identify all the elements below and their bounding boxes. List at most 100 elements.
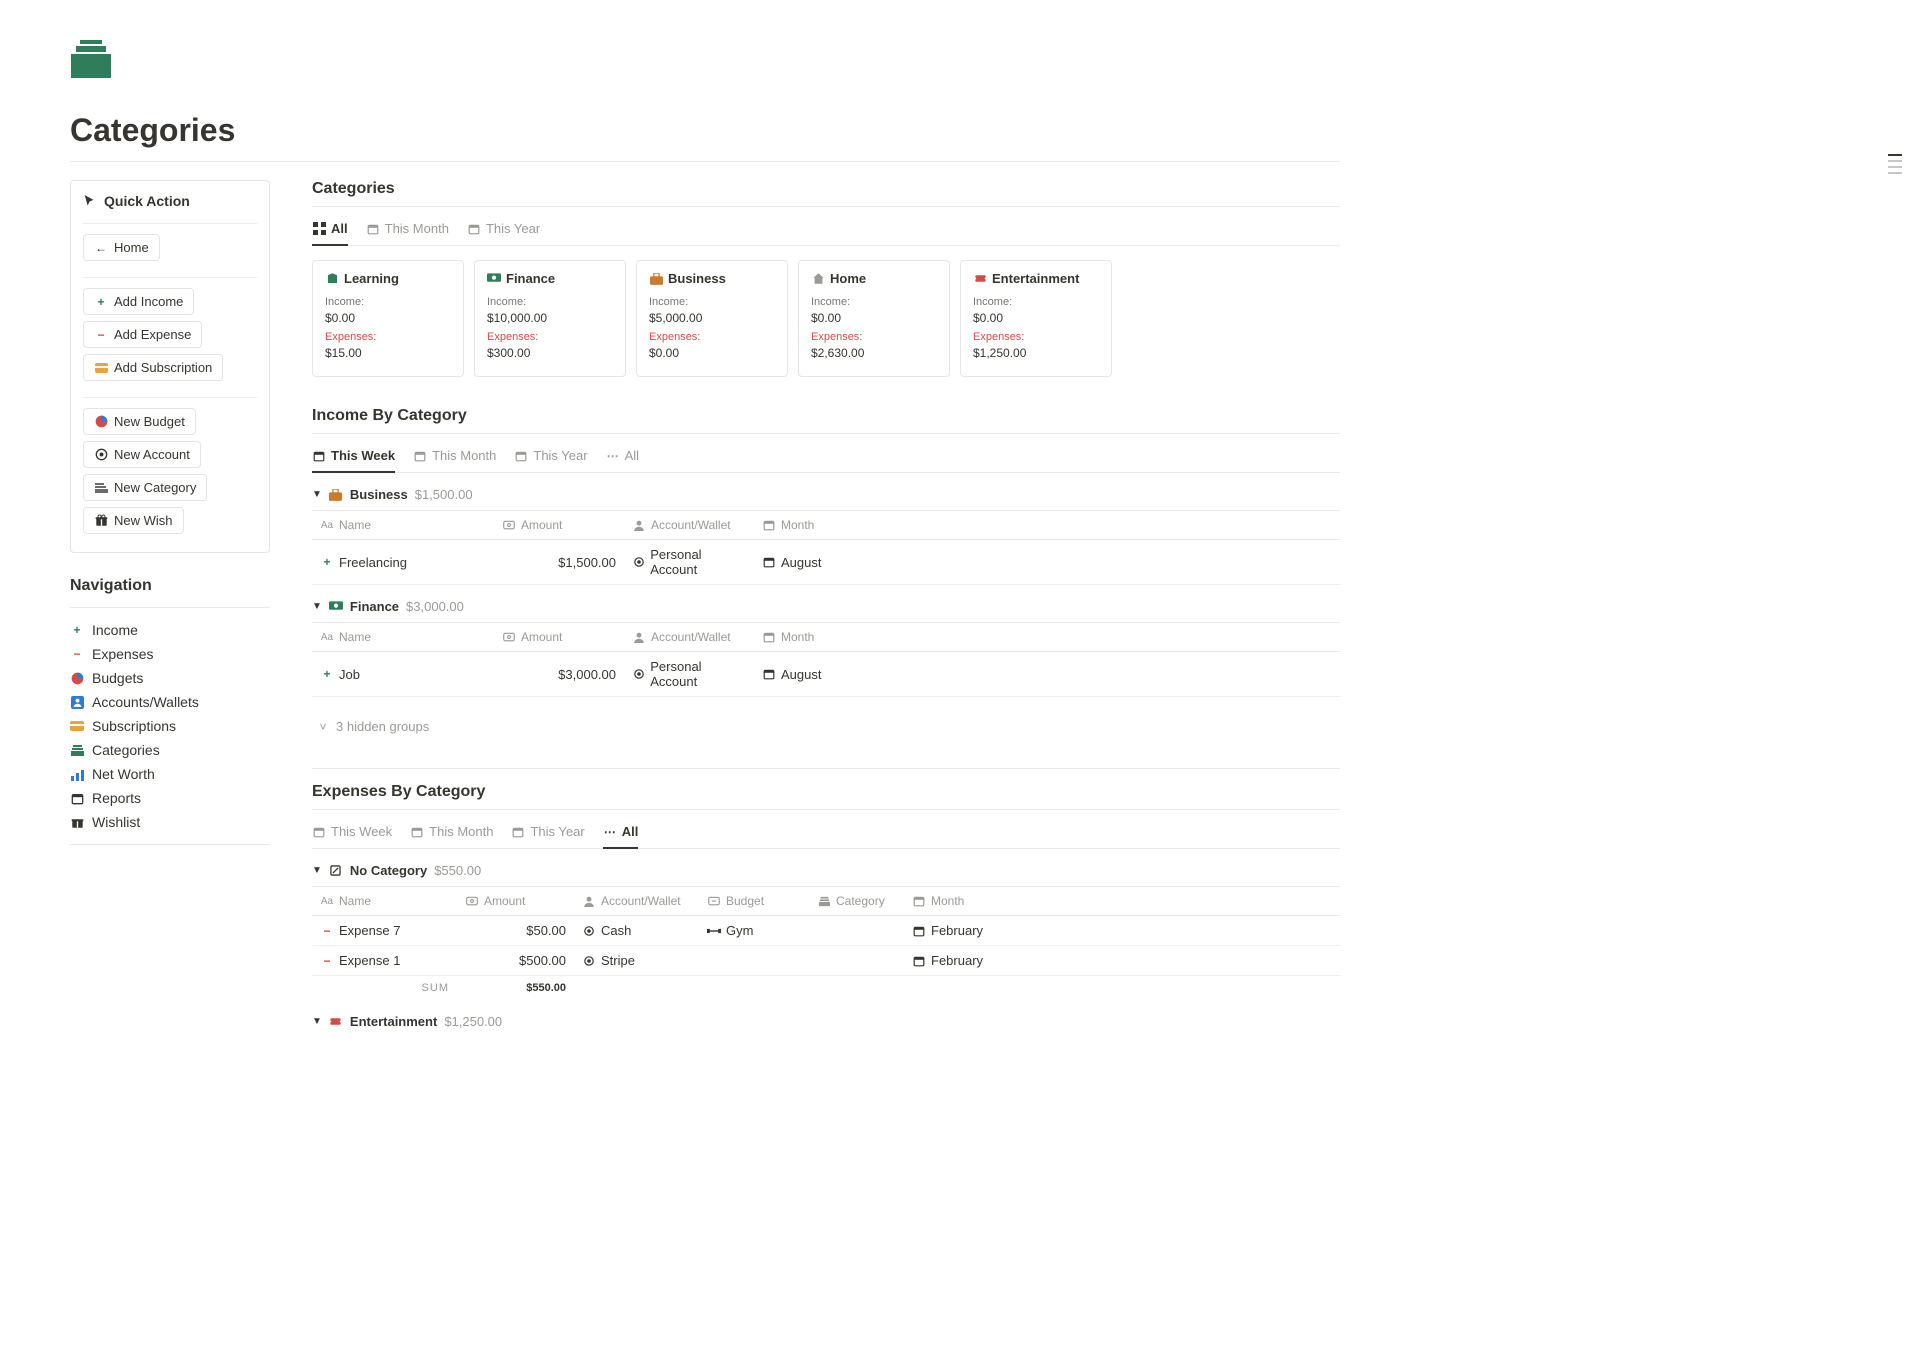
table-row[interactable]: +Freelancing $1,500.00 Personal Account … bbox=[312, 540, 1340, 585]
tab-this-year[interactable]: This Year bbox=[467, 221, 540, 246]
new-wish-button[interactable]: New Wish bbox=[83, 507, 184, 534]
nav-divider-bottom bbox=[70, 844, 270, 845]
nav-item-budgets[interactable]: Budgets bbox=[70, 666, 270, 690]
tab-income-month-label: This Month bbox=[432, 448, 496, 463]
plus-icon: + bbox=[94, 295, 108, 309]
group-total: $3,000.00 bbox=[406, 599, 464, 614]
col-name: Name bbox=[339, 518, 371, 532]
category-card[interactable]: Business Income: $5,000.00 Expenses: $0.… bbox=[636, 260, 788, 377]
target-icon bbox=[632, 555, 645, 569]
tab-exp-year[interactable]: This Year bbox=[511, 824, 584, 849]
expenses-tabs: This Week This Month This Year ⋯ All bbox=[312, 824, 1340, 849]
category-card[interactable]: Finance Income: $10,000.00 Expenses: $30… bbox=[474, 260, 626, 377]
category-card[interactable]: Home Income: $0.00 Expenses: $2,630.00 bbox=[798, 260, 950, 377]
income-section-title: Income By Category bbox=[312, 407, 1340, 425]
plus-icon: + bbox=[320, 667, 334, 681]
nav-item-income[interactable]: + Income bbox=[70, 618, 270, 642]
nav-item-wishlist[interactable]: Wishlist bbox=[70, 810, 270, 834]
group-total: $550.00 bbox=[434, 863, 481, 878]
income-value: $5,000.00 bbox=[649, 311, 775, 325]
category-card[interactable]: Learning Income: $0.00 Expenses: $15.00 bbox=[312, 260, 464, 377]
table-row[interactable]: −Expense 7 $50.00 Cash Gym February bbox=[312, 916, 1340, 946]
income-group-header[interactable]: ▼ Finance $3,000.00 bbox=[312, 599, 1340, 614]
tab-this-month[interactable]: This Month bbox=[366, 221, 449, 246]
tab-income-month[interactable]: This Month bbox=[413, 448, 496, 473]
calendar-icon bbox=[467, 222, 481, 236]
dumbbell-icon bbox=[707, 924, 721, 938]
add-subscription-button[interactable]: Add Subscription bbox=[83, 354, 223, 381]
category-icon bbox=[811, 272, 825, 286]
tab-exp-all-label: All bbox=[622, 824, 639, 839]
tab-income-all[interactable]: ⋯ All bbox=[606, 448, 639, 473]
tab-income-week[interactable]: This Week bbox=[312, 448, 395, 473]
col-account: Account/Wallet bbox=[601, 894, 681, 908]
tab-exp-all[interactable]: ⋯ All bbox=[603, 824, 639, 849]
tab-exp-month[interactable]: This Month bbox=[410, 824, 493, 849]
nav-item-reports[interactable]: Reports bbox=[70, 786, 270, 810]
group-name: Business bbox=[350, 487, 408, 502]
new-category-button[interactable]: New Category bbox=[83, 474, 207, 501]
expenses-label: Expenses: bbox=[649, 331, 775, 343]
tab-income-year[interactable]: This Year bbox=[514, 448, 587, 473]
add-expense-button[interactable]: − Add Expense bbox=[83, 321, 202, 348]
plus-icon: + bbox=[70, 623, 84, 637]
nav-income-label: Income bbox=[92, 622, 138, 638]
col-name: Name bbox=[339, 894, 371, 908]
income-group-header[interactable]: ▼ Business $1,500.00 bbox=[312, 487, 1340, 502]
nav-wishlist-label: Wishlist bbox=[92, 814, 140, 830]
income-label: Income: bbox=[973, 296, 1099, 308]
nav-item-subscriptions[interactable]: Subscriptions bbox=[70, 714, 270, 738]
nav-accounts-label: Accounts/Wallets bbox=[92, 694, 199, 710]
income-label: Income: bbox=[325, 296, 451, 308]
table-row[interactable]: +Job $3,000.00 Personal Account August bbox=[312, 652, 1340, 697]
nav-networth-label: Net Worth bbox=[92, 766, 155, 782]
nav-item-expenses[interactable]: − Expenses bbox=[70, 642, 270, 666]
expenses-label: Expenses: bbox=[811, 331, 937, 343]
category-card[interactable]: Entertainment Income: $0.00 Expenses: $1… bbox=[960, 260, 1112, 377]
new-budget-button[interactable]: New Budget bbox=[83, 408, 196, 435]
nav-item-categories[interactable]: Categories bbox=[70, 738, 270, 762]
col-account: Account/Wallet bbox=[651, 518, 731, 532]
expenses-value: $300.00 bbox=[487, 346, 613, 360]
row-amount: $1,500.00 bbox=[558, 555, 616, 570]
expense-group-header[interactable]: ▼ No Category $550.00 bbox=[312, 863, 1340, 878]
hidden-groups-label: 3 hidden groups bbox=[336, 719, 429, 734]
new-account-button[interactable]: New Account bbox=[83, 441, 201, 468]
nav-item-networth[interactable]: Net Worth bbox=[70, 762, 270, 786]
pie-icon bbox=[94, 415, 108, 429]
person-icon bbox=[632, 518, 646, 532]
tab-all[interactable]: All bbox=[312, 221, 348, 246]
home-button[interactable]: ← Home bbox=[83, 234, 160, 261]
tab-exp-week[interactable]: This Week bbox=[312, 824, 392, 849]
target-icon bbox=[94, 448, 108, 462]
col-amount: Amount bbox=[521, 518, 562, 532]
new-category-label: New Category bbox=[114, 480, 196, 495]
expense-group-entertainment-header[interactable]: ▼ Entertainment $1,250.00 bbox=[312, 1014, 1340, 1029]
nav-budgets-label: Budgets bbox=[92, 670, 143, 686]
expenses-value: $15.00 bbox=[325, 346, 451, 360]
hidden-groups-toggle[interactable]: ˅ 3 hidden groups bbox=[316, 719, 1340, 734]
tab-year-label: This Year bbox=[486, 221, 540, 236]
minus-icon: − bbox=[320, 954, 334, 968]
expenses-value: $2,630.00 bbox=[811, 346, 937, 360]
nav-item-accounts[interactable]: Accounts/Wallets bbox=[70, 690, 270, 714]
col-month: Month bbox=[931, 894, 964, 908]
row-name: Expense 1 bbox=[339, 953, 400, 968]
calendar-icon bbox=[762, 630, 776, 644]
card-name: Business bbox=[668, 271, 726, 286]
text-icon: Aa bbox=[320, 518, 334, 532]
calendar-icon bbox=[366, 222, 380, 236]
calendar-icon bbox=[410, 825, 424, 839]
col-amount: Amount bbox=[484, 894, 525, 908]
target-icon bbox=[632, 667, 645, 681]
table-row[interactable]: −Expense 1 $500.00 Stripe February bbox=[312, 946, 1340, 976]
triangle-right-icon: ▼ bbox=[312, 1016, 322, 1027]
group-name: No Category bbox=[350, 863, 427, 878]
add-income-button[interactable]: + Add Income bbox=[83, 288, 194, 315]
minus-icon: − bbox=[70, 647, 84, 661]
target-icon bbox=[582, 954, 596, 968]
calendar-icon bbox=[511, 825, 525, 839]
calendar-icon bbox=[762, 555, 776, 569]
category-icon bbox=[487, 272, 501, 286]
page-outline-toggle[interactable] bbox=[1888, 154, 1902, 174]
